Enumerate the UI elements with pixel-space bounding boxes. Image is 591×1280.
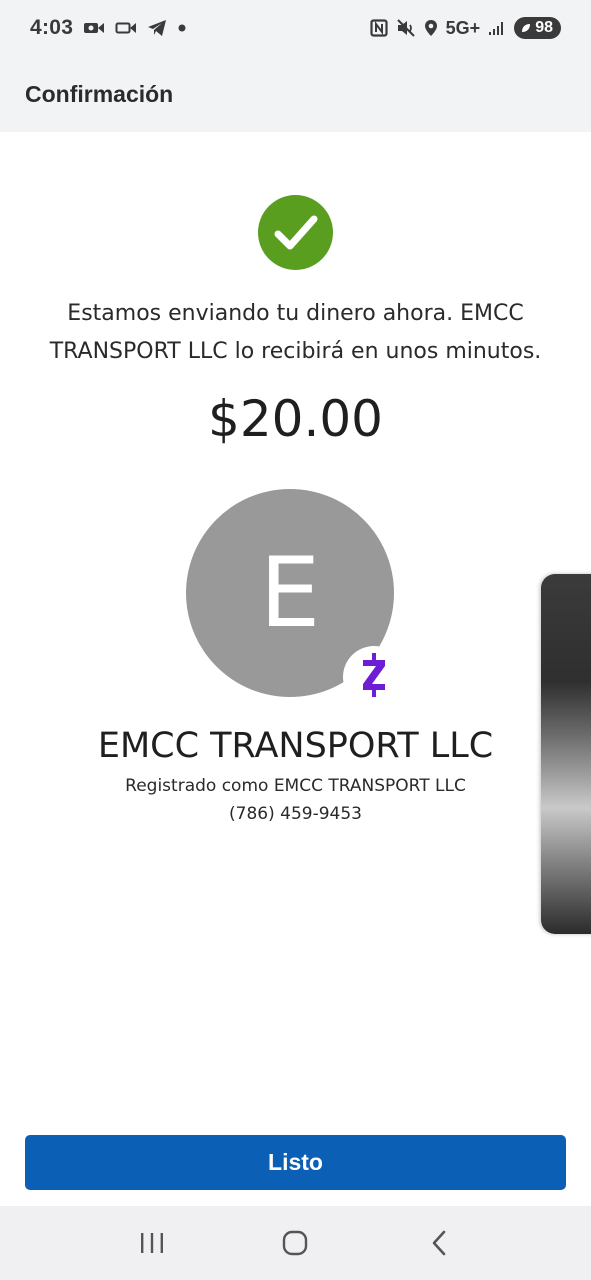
recent-apps-icon	[140, 1233, 163, 1253]
battery-indicator: 98	[514, 17, 561, 39]
zelle-badge	[343, 646, 405, 708]
avatar-initial: E	[259, 537, 321, 649]
system-nav-bar	[0, 1206, 591, 1280]
zelle-logo-icon	[360, 653, 388, 701]
network-type: 5G+	[445, 17, 481, 38]
status-bar-right: 5G+ 98	[370, 17, 561, 39]
page-title: Confirmación	[25, 80, 174, 107]
recipient-registered-as: Registrado como EMCC TRANSPORT LLC	[125, 776, 466, 796]
signal-icon	[488, 20, 506, 36]
recent-apps-button[interactable]	[122, 1213, 182, 1273]
dot-icon	[177, 23, 187, 33]
done-button[interactable]: Listo	[25, 1135, 566, 1190]
home-button[interactable]	[265, 1213, 325, 1273]
recipient-phone: (786) 459-9453	[229, 804, 362, 824]
battery-level: 98	[535, 19, 553, 36]
floating-video-panel[interactable]	[541, 574, 591, 934]
battery-icon	[520, 22, 532, 34]
telegram-icon	[147, 19, 167, 37]
home-icon	[283, 1230, 308, 1256]
success-check-icon	[258, 195, 333, 270]
back-icon	[432, 1230, 446, 1256]
status-bar: 4:03 5G+ 98	[0, 0, 591, 56]
video-camera-icon	[83, 20, 105, 36]
recipient-name: EMCC TRANSPORT LLC	[97, 726, 494, 766]
status-time: 4:03	[30, 16, 74, 39]
status-bar-left: 4:03	[30, 16, 187, 40]
mute-icon	[396, 19, 416, 37]
back-button[interactable]	[409, 1213, 469, 1273]
nfc-icon	[370, 19, 388, 37]
amount-sent: $20.00	[208, 390, 383, 448]
confirmation-message: Estamos enviando tu dinero ahora. EMCC T…	[49, 301, 542, 364]
location-icon	[424, 19, 438, 37]
videocam-outline-icon	[115, 20, 137, 36]
screen: 4:03 5G+ 98 Confirmación Estamos enviand…	[0, 0, 591, 1280]
app-header: Confirmación	[0, 56, 591, 132]
